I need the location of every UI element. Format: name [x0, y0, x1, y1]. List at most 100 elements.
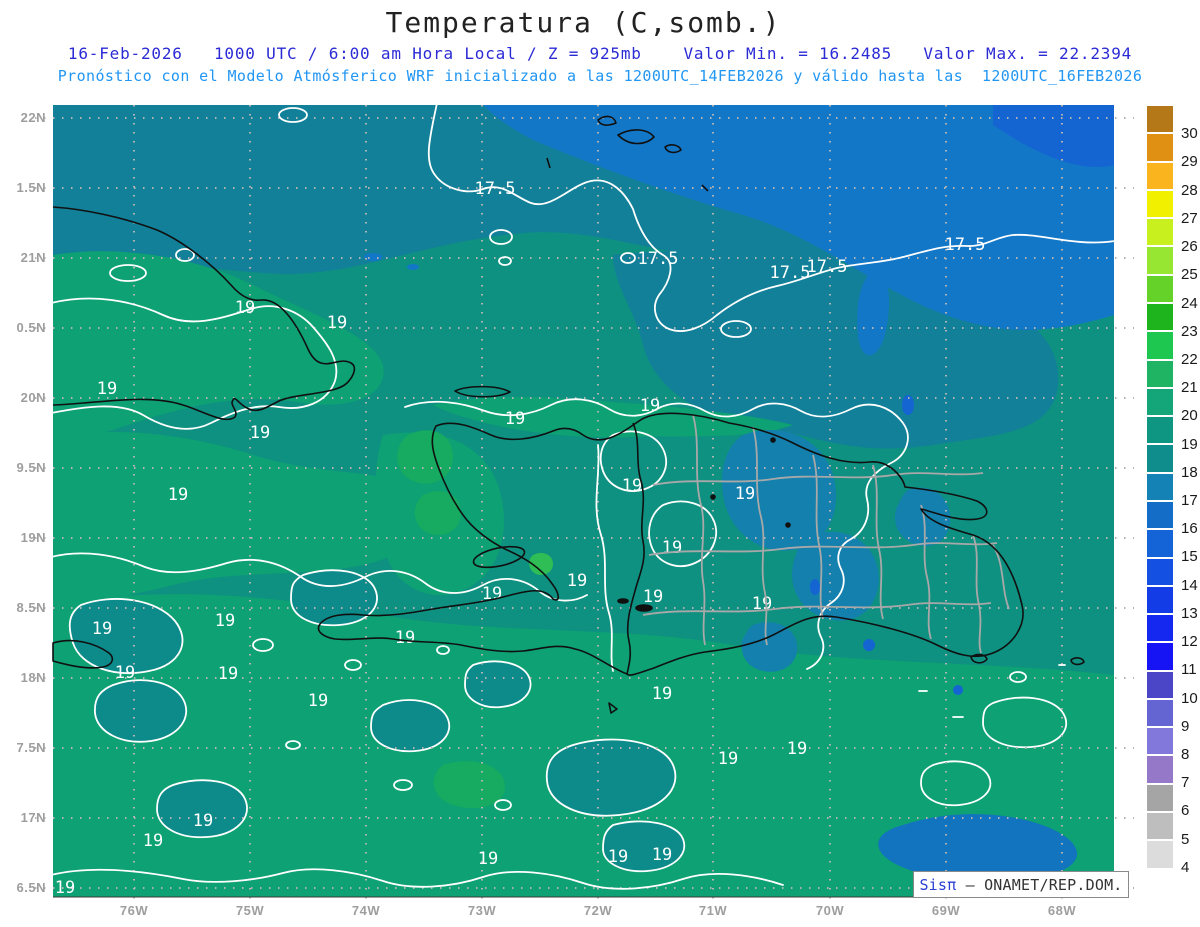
temperature-shaded-map: 17.517.517.517.517.5191919191919 19 191919…	[35, 102, 1134, 903]
colorbar-tick-label: 14	[1181, 576, 1198, 594]
contour-label: 17.5	[638, 249, 679, 269]
colorbar-segment	[1147, 699, 1173, 727]
colorbar-tick-label: 29	[1181, 153, 1198, 171]
colorbar-segment	[1147, 813, 1173, 840]
colorbar-segment	[1147, 388, 1173, 416]
colorbar-segment	[1147, 275, 1173, 302]
colorbar-tick-label: 7	[1181, 774, 1190, 792]
colorbar-tick-label: 11	[1181, 661, 1197, 679]
colorbar-tick-label: 26	[1181, 238, 1198, 256]
contour-label: 19	[168, 485, 188, 505]
colorbar-tick-label: 13	[1181, 604, 1198, 622]
colorbar-segment	[1147, 417, 1173, 444]
colorbar-tick-label: 22	[1181, 350, 1198, 368]
colorbar-segment	[1147, 756, 1173, 783]
x-tick-label: 74W	[351, 903, 381, 918]
organization-name: ONAMET/REP.DOM.	[984, 875, 1123, 894]
contour-label: 19	[478, 849, 498, 869]
y-tick-label: 17N	[20, 810, 46, 825]
colorbar-tick-label: 20	[1181, 407, 1198, 425]
y-tick-label: 8.5N	[16, 600, 46, 615]
contour-label: 19	[505, 409, 525, 429]
colorbar-tick-label: 18	[1181, 463, 1198, 481]
contour-label: 19	[218, 664, 238, 684]
x-tick-label: 68W	[1047, 903, 1077, 918]
colorbar-tick-label: 21	[1181, 379, 1198, 397]
weather-map-page: Temperatura (C,somb.) 16-Feb-2026 1000 U…	[0, 0, 1200, 927]
contour-label: 17.5	[945, 235, 986, 255]
colorbar-segment	[1147, 360, 1173, 387]
colorbar-tick-label: 17	[1181, 492, 1198, 509]
x-tick-label: 69W	[931, 903, 961, 918]
contour-label: 19	[55, 878, 75, 898]
contour-label: 19	[643, 587, 663, 607]
colorbar-segment	[1147, 841, 1173, 868]
contour-label: 19	[395, 628, 415, 648]
contour-label: 17.5	[770, 263, 811, 283]
y-tick-label: 19N	[20, 530, 46, 545]
contour-label: 19	[662, 538, 682, 558]
colorbar-segment	[1147, 643, 1173, 670]
colorbar-segment	[1147, 586, 1173, 614]
contour-label: 19	[608, 847, 628, 867]
contour-label: 19	[97, 379, 117, 399]
colorbar-tick-label: 15	[1181, 548, 1198, 566]
page-title: Temperatura (C,somb.)	[385, 6, 782, 39]
forecast-valid-line: 16-Feb-2026 1000 UTC / 6:00 am Hora Loca…	[67, 44, 1133, 63]
x-tick-label: 71W	[698, 903, 728, 918]
colorbar-tick-label: 24	[1181, 294, 1198, 312]
contour-label: 17.5	[475, 179, 516, 199]
contour-label: 19	[327, 313, 347, 333]
x-tick-label: 73W	[467, 903, 497, 918]
y-tick-label: 6.5N	[16, 880, 46, 895]
contour-label: 19	[622, 476, 642, 496]
colorbar-tick-label: 25	[1181, 266, 1198, 284]
contour-label: 19	[215, 611, 235, 631]
colorbar-tick-label: 4	[1181, 858, 1190, 876]
x-tick-label: 70W	[815, 903, 845, 918]
y-tick-label: 9.5N	[16, 460, 46, 475]
colorbar-tick-label: 16	[1181, 520, 1198, 538]
colorbar-segment	[1147, 445, 1173, 472]
colorbar-segment	[1147, 615, 1173, 642]
x-tick-label: 75W	[235, 903, 265, 918]
colorbar-tick-label: 5	[1181, 830, 1190, 848]
colorbar-segment	[1147, 728, 1173, 755]
contour-label: 19	[718, 749, 738, 769]
x-tick-label: 76W	[119, 903, 149, 918]
colorbar-segment	[1147, 473, 1173, 500]
credit-badge: Sisπ – ONAMET/REP.DOM.	[913, 871, 1129, 898]
colorbar-segment	[1147, 530, 1173, 557]
contour-label: 19	[652, 684, 672, 704]
colorbar-tick-label: 6	[1181, 802, 1190, 820]
colorbar-segment	[1147, 162, 1173, 189]
colorbar-segment	[1147, 558, 1173, 585]
contour-label: 19	[92, 619, 112, 639]
contour-label: 19	[235, 298, 255, 318]
y-tick-label: 7.5N	[16, 740, 46, 755]
colorbar-segment	[1147, 869, 1173, 896]
y-tick-label: 21N	[20, 250, 46, 265]
y-tick-label: 20N	[20, 390, 46, 405]
contour-label: 19	[308, 691, 328, 711]
model-init-line: Pronóstico con el Modelo Atmósferico WRF…	[57, 67, 1143, 85]
colorbar-segment	[1147, 190, 1173, 218]
colorbar-segment	[1147, 106, 1173, 133]
y-tick-label: 18N	[20, 670, 46, 685]
colorbar-segment	[1147, 219, 1173, 246]
contour-label: 19	[652, 845, 672, 865]
colorbar-tick-label: 27	[1181, 209, 1198, 227]
temperature-shading	[53, 105, 1114, 897]
colorbar-segment	[1147, 332, 1173, 359]
colorbar-tick-label: 10	[1181, 689, 1198, 707]
contour-label: 19	[193, 811, 213, 831]
y-tick-label: 22N	[20, 110, 46, 125]
colorbar-segment	[1147, 671, 1173, 698]
colorbar-segment	[1147, 247, 1173, 274]
contour-label: 19	[567, 571, 587, 591]
map-canvas: 17.5 17.5 17.5 17.5 17.5 19 19 19 19 19 19 19 19 19 19…	[35, 102, 1134, 903]
contour-label: 17.5	[807, 257, 848, 277]
colorbar	[1147, 106, 1173, 896]
contour-label: 19	[143, 831, 163, 851]
colorbar-segment	[1147, 501, 1173, 529]
